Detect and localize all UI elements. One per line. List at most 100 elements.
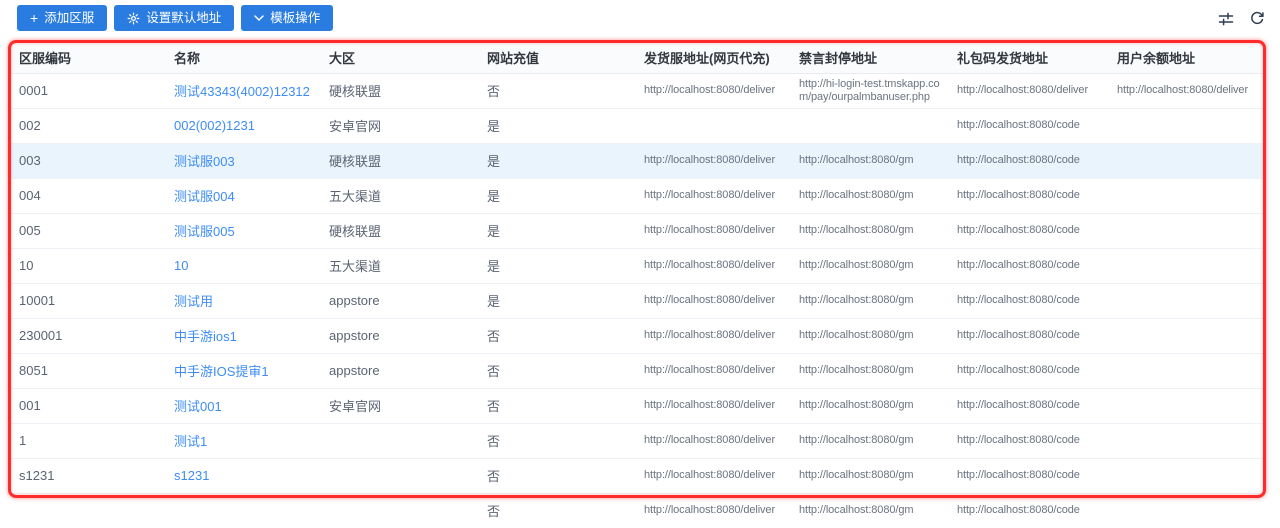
template-actions-button[interactable]: 模板操作 [241, 5, 334, 31]
table-row[interactable]: 002 002(002)1231 安卓官网是 http://localhost:808… [11, 108, 1263, 144]
cell-code: 10001 [11, 283, 166, 319]
cell-name: 002(002)1231 [166, 108, 321, 144]
cell-ban-url: http://localhost:8080/gm [791, 388, 949, 424]
cell-region: 五大渠道 [321, 248, 479, 284]
cell-web-recharge: 是 [479, 248, 636, 284]
server-name-link[interactable]: 测试43343(4002)12312 [174, 84, 310, 99]
cell-ban-url: http://localhost:8080/gm [791, 423, 949, 459]
table-row[interactable]: 230001 中手游ios1 appstore 否 http://localhost:8… [11, 318, 1263, 354]
server-name-link[interactable]: 测试服003 [174, 154, 235, 169]
column-header: 礼包码发货地址 [949, 43, 1109, 74]
cell-gift-url: http://localhost:8080/code [949, 283, 1109, 319]
column-header: 名称 [166, 43, 321, 74]
table-body: 0001 测试43343(4002)12312 硬核联盟否 http://localh… [11, 73, 1263, 528]
cell-ban-url: http://localhost:8080/gm [799, 504, 914, 517]
table-toolbar-icons [1217, 10, 1265, 27]
cell-name: 测试001 [166, 388, 321, 424]
set-default-address-button[interactable]: 设置默认地址 [114, 5, 235, 31]
cell-web-recharge: 否 [479, 458, 636, 494]
table-row[interactable]: 0001 测试43343(4002)12312 硬核联盟否 http://localh… [11, 73, 1263, 109]
cell-balance-url [1109, 353, 1263, 389]
table-row[interactable]: 10001 测试用 appstore 是 http://localhost:8080/d… [11, 283, 1263, 319]
server-name-link[interactable]: 测试001 [174, 399, 222, 414]
cell-balance-url [1109, 143, 1263, 179]
cell-name: s1231 [166, 458, 321, 494]
table-row-partial[interactable]: 否 http://localhost:8080/deliver http://loc… [11, 493, 1263, 528]
table-row[interactable]: 1 测试1 否 http://localhost:8080/deliver http:/… [11, 423, 1263, 459]
cell-deliver-url: http://localhost:8080/deliver [636, 423, 791, 459]
cell-code: 003 [11, 143, 166, 179]
cell-ban-url: http://localhost:8080/gm [791, 143, 949, 179]
table-row[interactable]: 005 测试服005 硬核联盟是 http://localhost:8080/deli… [11, 213, 1263, 249]
cell-region: appstore [321, 283, 479, 319]
cell-deliver-url: http://localhost:8080/deliver [636, 178, 791, 214]
cell-code: 001 [11, 388, 166, 424]
server-name-link[interactable]: 中手游IOS提审1 [174, 364, 269, 379]
cell-code: 005 [11, 213, 166, 249]
cell-web-recharge: 否 [479, 388, 636, 424]
server-name-link[interactable]: 测试服005 [174, 224, 235, 239]
cell-ban-url: http://localhost:8080/gm [791, 283, 949, 319]
table-row[interactable]: 004 测试服004 五大渠道是 http://localhost:8080/deli… [11, 178, 1263, 214]
table-row[interactable]: 10 10 五大渠道是 http://localhost:8080/deliver ht… [11, 248, 1263, 284]
add-server-button[interactable]: + 添加区服 [17, 5, 108, 31]
table-row[interactable]: 003 测试服003 硬核联盟是 http://localhost:8080/deli… [11, 143, 1263, 179]
cell-gift-url: http://localhost:8080/code [949, 178, 1109, 214]
cell-balance-url [1109, 493, 1263, 528]
server-name-link[interactable]: 10 [174, 258, 188, 273]
server-name-link[interactable]: 中手游ios1 [174, 329, 237, 344]
cell-gift-url: http://localhost:8080/code [949, 143, 1109, 179]
cell-ban-url [791, 108, 949, 144]
cell-deliver-url: http://localhost:8080/deliver [636, 283, 791, 319]
cell-code: s1231 [11, 458, 166, 494]
cell-code: 1 [11, 423, 166, 459]
cell-deliver-url: http://localhost:8080/deliver [636, 213, 791, 249]
table-row[interactable]: s1231 s1231 否 http://localhost:8080/deliver… [11, 458, 1263, 494]
cell-region: 硬核联盟 [321, 143, 479, 179]
cell-deliver-url: http://localhost:8080/deliver [636, 458, 791, 494]
cell-region: 硬核联盟 [321, 73, 479, 109]
cell-gift-url: http://localhost:8080/code [949, 353, 1109, 389]
cell-balance-url [1109, 458, 1263, 494]
column-header: 禁言封停地址 [791, 43, 949, 74]
table-row[interactable]: 001 测试001 安卓官网否 http://localhost:8080/deliv… [11, 388, 1263, 424]
column-header: 用户余额地址 [1109, 43, 1263, 74]
cell-name: 测试用 [166, 283, 321, 319]
server-name-link[interactable]: s1231 [174, 468, 209, 483]
cell-web-recharge: 是 [479, 213, 636, 249]
cell-region: 硬核联盟 [321, 213, 479, 249]
cell-ban-url: http://hi-login-test.tmskapp.com/pay/our… [791, 73, 949, 109]
cell-name: 测试1 [166, 423, 321, 459]
cell-deliver-url: http://localhost:8080/deliver [636, 353, 791, 389]
cell-code [11, 493, 166, 528]
cell-gift-url: http://localhost:8080/code [949, 458, 1109, 494]
cell-name: 测试服004 [166, 178, 321, 214]
cell-web-recharge: 是 [479, 108, 636, 144]
cell-code: 230001 [11, 318, 166, 354]
cell-deliver-url: http://localhost:8080/deliver [636, 248, 791, 284]
server-name-link[interactable]: 测试1 [174, 434, 207, 449]
cell-deliver-url [636, 108, 791, 144]
cell-region: 五大渠道 [321, 178, 479, 214]
cell-ban-url: http://localhost:8080/gm [791, 248, 949, 284]
cell-gift-url: http://localhost:8080/code [949, 213, 1109, 249]
server-name-link[interactable]: 002(002)1231 [174, 118, 255, 133]
add-server-label: 添加区服 [44, 10, 95, 25]
cell-gift-url: http://localhost:8080/code [957, 504, 1080, 517]
server-name-link[interactable]: 测试服004 [174, 189, 235, 204]
cell-name: 测试服005 [166, 213, 321, 249]
cell-web-recharge: 是 [479, 178, 636, 214]
template-actions-label: 模板操作 [270, 10, 321, 25]
cell-deliver-url: http://localhost:8080/deliver [636, 143, 791, 179]
chevron-down-icon [254, 14, 264, 22]
column-header: 网站充值 [479, 43, 636, 74]
column-settings-icon[interactable] [1217, 10, 1234, 27]
cell-web-recharge: 否 [479, 73, 636, 109]
cell-code: 10 [11, 248, 166, 284]
cell-region [321, 423, 479, 459]
refresh-icon[interactable] [1248, 10, 1265, 27]
server-name-link[interactable]: 测试用 [174, 294, 213, 309]
cell-ban-url: http://localhost:8080/gm [791, 178, 949, 214]
table-row[interactable]: 8051 中手游IOS提审1 appstore 否 http://localhost:8… [11, 353, 1263, 389]
cell-web-recharge: 否 [487, 504, 501, 520]
